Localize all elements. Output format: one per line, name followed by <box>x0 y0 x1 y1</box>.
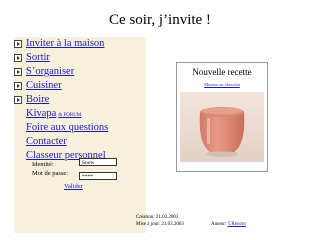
new-recipe-panel: Nouvelle recette Mousse au chocolat <box>176 62 268 172</box>
page-title: Ce soir, j’invite ! <box>109 12 211 28</box>
menu-item-label[interactable]: Inviter à la maison <box>26 37 104 50</box>
arrow-right-icon <box>14 53 22 62</box>
menu-item-label[interactable]: Cuisiner <box>26 79 62 92</box>
menu-item-label[interactable]: Foire aux questions <box>26 121 108 134</box>
created-row: Création: 21.03.2003 <box>136 215 178 221</box>
updated-label: Mise à jour: <box>136 222 161 227</box>
updated-row: Mise à jour: 21.03.2003 <box>136 222 184 228</box>
menu-item-kivapa[interactable]: Kivapa & FORUM <box>14 107 81 120</box>
menu-item-label[interactable]: Kivapa <box>26 107 56 120</box>
password-field[interactable]: **** <box>79 172 117 180</box>
menu-item-contacter[interactable]: Contacter <box>14 135 67 148</box>
author-row: Auteur: T.Renom <box>211 222 246 228</box>
validate-button[interactable]: Valider <box>64 183 83 190</box>
menu-item-boire[interactable]: Boire <box>14 93 49 106</box>
arrow-right-icon <box>14 81 22 90</box>
created-label: Création: <box>136 215 155 220</box>
menu-item-inviter[interactable]: Inviter à la maison <box>14 37 104 50</box>
arrow-right-icon <box>14 39 22 48</box>
menu-item-organiser[interactable]: S’organiser <box>14 65 74 78</box>
forum-link[interactable]: & FORUM <box>58 113 81 118</box>
arrow-right-icon <box>14 95 22 104</box>
menu-item-label[interactable]: S’organiser <box>26 65 74 78</box>
recipe-link[interactable]: Mousse au chocolat <box>177 82 267 87</box>
chocolate-mousse-photo[interactable] <box>180 92 264 162</box>
arrow-right-icon <box>14 67 22 76</box>
created-date: 21.03.2003 <box>155 215 179 220</box>
password-label: Mot de passe: <box>32 170 69 177</box>
author-label: Auteur: <box>211 222 227 227</box>
menu-item-sortir[interactable]: Sortir <box>14 51 50 64</box>
updated-date: 21.03.2003 <box>161 222 184 227</box>
menu-item-cuisiner[interactable]: Cuisiner <box>14 79 62 92</box>
side-menu: Inviter à la maison Sortir S’organiser C… <box>14 37 146 233</box>
recipe-title: Nouvelle recette <box>192 67 252 77</box>
menu-item-label[interactable]: Sortir <box>26 51 50 64</box>
menu-item-label[interactable]: Boire <box>26 93 49 106</box>
menu-item-label[interactable]: Contacter <box>26 135 67 148</box>
menu-item-faq[interactable]: Foire aux questions <box>14 121 108 134</box>
author-link[interactable]: T.Renom <box>227 222 245 227</box>
identity-label: Identité: <box>32 161 54 168</box>
identity-field[interactable]: Snow <box>79 158 117 166</box>
